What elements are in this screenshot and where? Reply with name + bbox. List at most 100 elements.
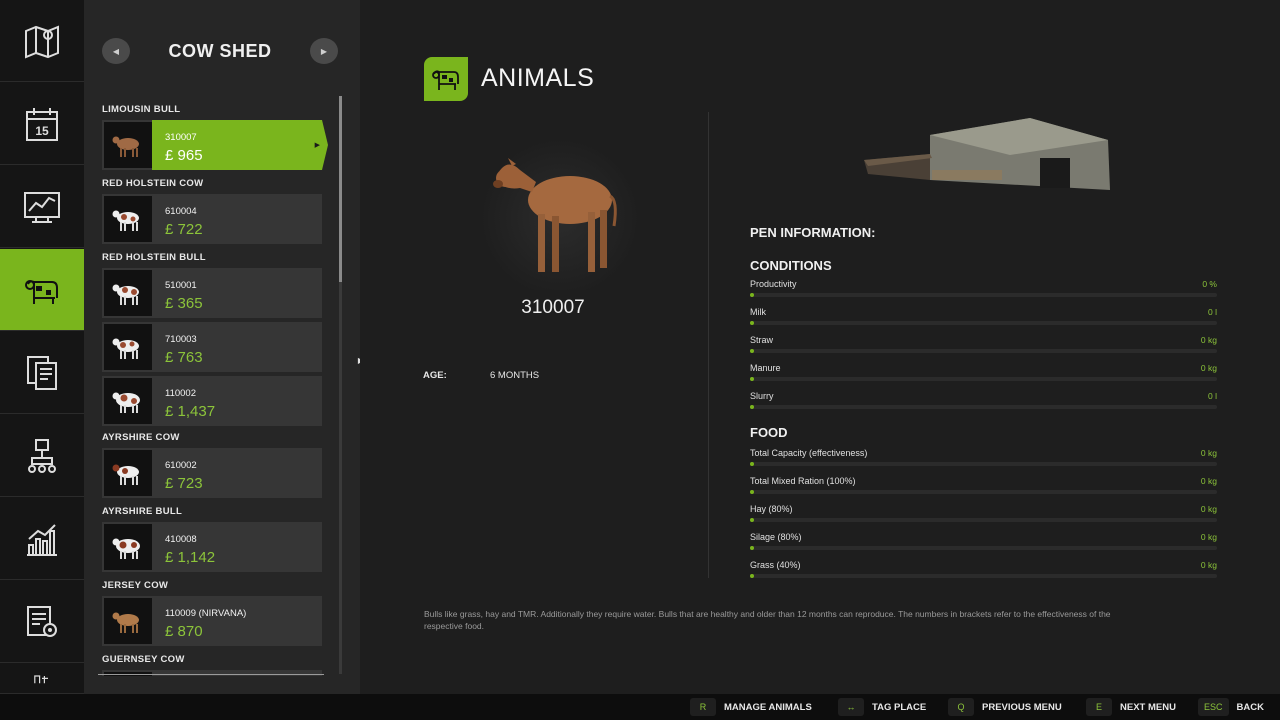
conditions-title: CONDITIONS: [750, 258, 832, 273]
animal-id: 610004: [165, 206, 197, 217]
stat-bar: [750, 405, 1217, 409]
animal-id: 710003: [165, 334, 197, 345]
animal-price: £ 870: [165, 623, 203, 640]
animal-thumbnail: [104, 598, 152, 644]
animal-price: £ 723: [165, 475, 203, 492]
stat-bar: [750, 377, 1217, 381]
info-note: Bulls like grass, hay and TMR. Additiona…: [424, 609, 1111, 631]
stat-bar: [750, 349, 1217, 353]
hint-manage-animals[interactable]: R MANAGE ANIMALS: [690, 698, 812, 716]
group-title: JERSEY COW: [102, 580, 169, 591]
spotted-cow-icon: [112, 338, 139, 359]
hint-back[interactable]: ESC BACK: [1198, 698, 1264, 716]
group-title: AYRSHIRE COW: [102, 432, 180, 443]
key-badge: Q: [948, 698, 974, 716]
hint-label: TAG PLACE: [872, 701, 927, 713]
group-title: RED HOLSTEIN BULL: [102, 252, 206, 263]
nav-calendar[interactable]: 15: [0, 83, 84, 165]
jersey-cow-icon: [112, 612, 139, 633]
stat-label: Total Mixed Ration (100%): [750, 476, 856, 486]
next-shed-button[interactable]: ▶: [310, 38, 338, 64]
animal-id: 410008: [165, 534, 197, 545]
scroll-thumb[interactable]: [339, 96, 342, 282]
animal-price: £ 763: [165, 349, 203, 366]
animal-id: 110009 (NIRVANA): [165, 608, 247, 619]
list-item[interactable]: 510001 £ 365: [102, 268, 322, 318]
stat-value: 0 kg: [1200, 476, 1217, 486]
stat-bar: [750, 490, 1217, 494]
spotted-cow-icon: [112, 392, 140, 413]
list-scrollbar[interactable]: [339, 96, 342, 674]
stat-bar: [750, 321, 1217, 325]
hint-previous-menu[interactable]: Q PREVIOUS MENU: [948, 698, 1062, 716]
chevron-left-icon: ◀: [112, 46, 120, 56]
stat-grass: Grass (40%) 0 kg: [750, 560, 1217, 584]
stat-label: Straw: [750, 335, 774, 345]
stat-bar: [750, 574, 1217, 578]
stat-bar: [750, 293, 1217, 297]
key-badge: ESC: [1198, 698, 1229, 716]
shed-selector: ◀ COW SHED ▶: [84, 38, 360, 64]
calendar-icon: 15: [26, 107, 58, 141]
animal-thumbnail: [104, 270, 152, 316]
animal-info: 410008 £ 1,142: [152, 522, 322, 572]
nav-contracts[interactable]: [0, 332, 84, 414]
stat-manure: Manure 0 kg: [750, 363, 1217, 387]
group-title: GUERNSEY COW: [102, 654, 185, 665]
list-divider: [98, 674, 324, 675]
garage-icon: [27, 605, 57, 637]
list-item[interactable]: [102, 670, 322, 676]
animal-info: 510001 £ 365: [152, 268, 322, 318]
key-badge: ↔: [838, 698, 864, 716]
list-item[interactable]: 610002 £ 723: [102, 448, 322, 498]
group-title: RED HOLSTEIN COW: [102, 178, 204, 189]
animal-info: 610004 £ 722: [152, 194, 322, 244]
animal-thumbnail: [104, 196, 152, 242]
calendar-day: 15: [35, 124, 49, 138]
list-item[interactable]: 410008 £ 1,142: [102, 522, 322, 572]
animals-icon: [25, 279, 58, 304]
prev-shed-button[interactable]: ◀: [102, 38, 130, 64]
nav-production[interactable]: [0, 415, 84, 497]
nav-prices[interactable]: [0, 166, 84, 248]
stat-label: Productivity: [750, 279, 797, 289]
stat-bar: [750, 518, 1217, 522]
nav-animals[interactable]: [0, 249, 91, 331]
spotted-cow-icon: [112, 538, 140, 559]
animals-screen: 15 ◀ COW SHED ▶ LIMOUSIN BULL 310007 £ 9…: [0, 0, 1280, 720]
list-item[interactable]: 710003 £ 763: [102, 322, 322, 372]
statistics-icon: [27, 523, 57, 556]
hint-tag-place[interactable]: ↔ TAG PLACE: [838, 698, 926, 716]
group-title: LIMOUSIN BULL: [102, 104, 181, 115]
hint-next-menu[interactable]: E NEXT MENU: [1086, 698, 1176, 716]
nav-garage[interactable]: [0, 581, 84, 663]
list-item[interactable]: 610004 £ 722: [102, 194, 322, 244]
shed-title: COW SHED: [168, 41, 272, 61]
age-label: AGE:: [423, 370, 447, 381]
nav-map[interactable]: [0, 0, 84, 82]
animal-price: £ 722: [165, 221, 203, 238]
spotted-cow-icon: [112, 464, 139, 485]
pen-information-title: PEN INFORMATION:: [750, 225, 876, 240]
stat-straw: Straw 0 kg: [750, 335, 1217, 359]
animal-thumbnail: [104, 450, 152, 496]
nav-statistics[interactable]: [0, 498, 84, 580]
nav-help[interactable]: [0, 664, 84, 694]
hint-label: PREVIOUS MENU: [982, 701, 1062, 713]
map-icon: [25, 25, 59, 58]
animal-thumbnail: [104, 378, 152, 424]
cow-icon: [432, 70, 459, 90]
stat-value: 0 kg: [1200, 532, 1217, 542]
hint-label: NEXT MENU: [1120, 701, 1176, 713]
stat-label: Grass (40%): [750, 560, 801, 570]
list-item[interactable]: 110009 (NIRVANA) £ 870: [102, 596, 322, 646]
animal-price: £ 1,437: [165, 403, 216, 420]
animal-price: £ 365: [165, 295, 203, 312]
stat-bar: [750, 462, 1217, 466]
food-title: FOOD: [750, 425, 788, 440]
main-nav-rail: 15: [0, 0, 91, 694]
list-item[interactable]: 110002 £ 1,437: [102, 376, 322, 426]
stat-value: 0 kg: [1200, 448, 1217, 458]
stat-slurry: Slurry 0 l: [750, 391, 1217, 415]
list-item[interactable]: 310007 £ 965 ▶: [102, 120, 328, 170]
